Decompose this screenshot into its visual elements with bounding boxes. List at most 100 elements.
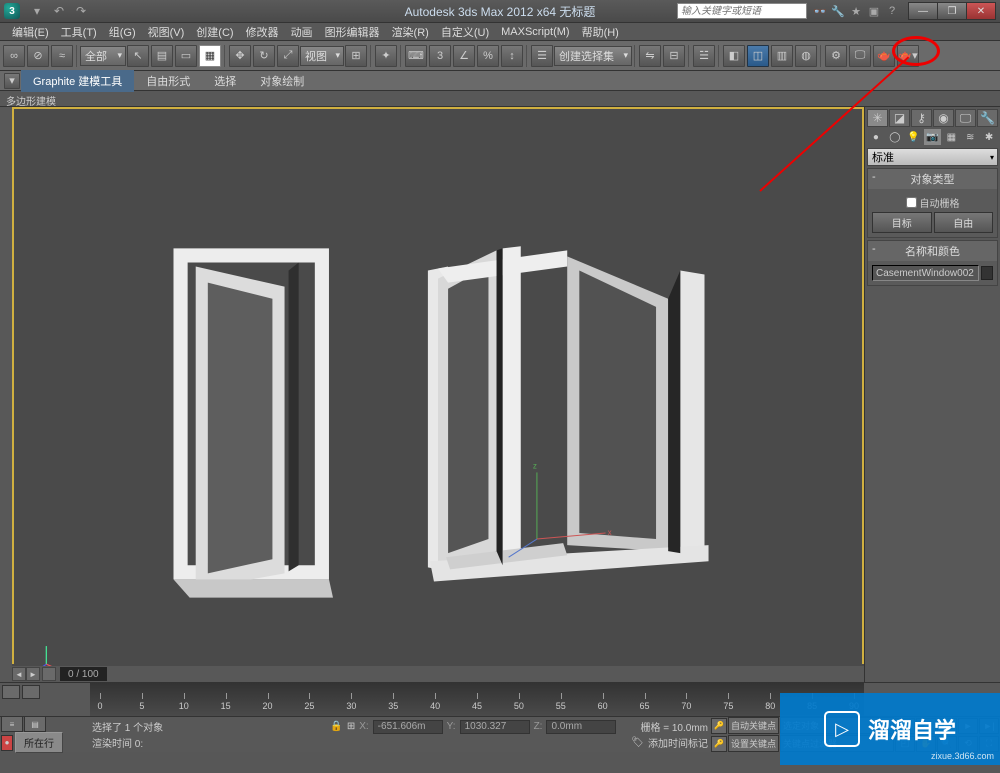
curve-editor-icon[interactable]: ◫ [747, 45, 769, 67]
ribbon-sub[interactable]: 多边形建模 [0, 91, 1000, 107]
create-tab-icon[interactable]: ✳ [867, 109, 888, 127]
tool-icon[interactable]: 🔧 [831, 4, 845, 18]
ribbon-toggle-icon[interactable]: ◧ [723, 45, 745, 67]
geometry-icon[interactable]: ● [867, 129, 885, 145]
open-icon[interactable]: ▾ [28, 3, 46, 19]
bind-icon[interactable]: ≈ [51, 45, 73, 67]
ribbon-min-icon[interactable]: ▾ [4, 73, 20, 89]
hierarchy-tab-icon[interactable]: ⚷ [911, 109, 932, 127]
scroll-left-icon[interactable]: ◄ [12, 667, 26, 681]
cube-icon[interactable]: ▣ [867, 4, 881, 18]
ribbon-tab-graphite[interactable]: Graphite 建模工具 [21, 70, 134, 92]
close-button[interactable]: ✕ [966, 2, 996, 20]
edit-named-sel-icon[interactable]: ☰ [531, 45, 553, 67]
motion-tab-icon[interactable]: ◉ [933, 109, 954, 127]
timeline-ruler[interactable]: 051015202530354045505560657075808590 [90, 683, 864, 716]
menu-render[interactable]: 渲染(R) [386, 22, 435, 42]
autogrid-checkbox[interactable] [906, 197, 917, 208]
menu-create[interactable]: 创建(C) [190, 22, 239, 42]
menu-grapheditors[interactable]: 图形编辑器 [319, 22, 386, 42]
z-coord-field[interactable]: 0.0mm [546, 720, 616, 734]
key-lock-icon[interactable]: 🔑 [711, 718, 727, 734]
angle-snap-icon[interactable]: ∠ [453, 45, 475, 67]
move-icon[interactable]: ✥ [229, 45, 251, 67]
menu-help[interactable]: 帮助(H) [576, 22, 625, 42]
rollout-head-object-type[interactable]: -对象类型 [868, 169, 997, 189]
undo-icon[interactable]: ↶ [50, 3, 68, 19]
spinner-snap-icon[interactable]: ↕ [501, 45, 523, 67]
object-name-input[interactable] [872, 265, 979, 281]
ribbon-tab-paint[interactable]: 对象绘制 [248, 70, 316, 92]
select-region-icon[interactable]: ▭ [175, 45, 197, 67]
render-iterative-icon[interactable]: 🫖▾ [897, 45, 919, 67]
lights-icon[interactable]: 💡 [905, 129, 923, 145]
align-icon[interactable]: ⊟ [663, 45, 685, 67]
time-tag-icon[interactable]: 🏷 [631, 737, 644, 748]
ribbon-tab-selection[interactable]: 选择 [202, 70, 248, 92]
menu-group[interactable]: 组(G) [103, 22, 142, 42]
target-camera-button[interactable]: 目标 [872, 212, 932, 233]
lock-selection-icon[interactable]: 🔒 [330, 721, 342, 732]
cameras-icon[interactable]: 📷 [924, 129, 942, 145]
category-dropdown[interactable]: 标准 [867, 148, 998, 166]
set-key-icon[interactable] [2, 685, 20, 699]
scale-icon[interactable]: ⤢ [277, 45, 299, 67]
help-icon[interactable]: ? [885, 4, 899, 18]
menu-view[interactable]: 视图(V) [142, 22, 191, 42]
material-editor-icon[interactable]: ◍ [795, 45, 817, 67]
mirror-icon[interactable]: ⇋ [639, 45, 661, 67]
menu-tools[interactable]: 工具(T) [55, 22, 103, 42]
select-name-icon[interactable]: ▤ [151, 45, 173, 67]
menu-maxscript[interactable]: MAXScript(M) [495, 24, 575, 40]
script-listener-icon[interactable]: ≡ [1, 716, 23, 732]
horizontal-scroll[interactable]: ◄ ► 0 / 100 [12, 666, 864, 682]
viewport[interactable]: [ + ] Camera001 [] 真实 ] [12, 107, 864, 664]
y-coord-field[interactable]: 1030.327 [460, 720, 530, 734]
rotate-icon[interactable]: ↻ [253, 45, 275, 67]
systems-icon[interactable]: ✱ [980, 129, 998, 145]
select-manipulate-icon[interactable]: ✦ [375, 45, 397, 67]
utilities-tab-icon[interactable]: 🔧 [977, 109, 998, 127]
menu-customize[interactable]: 自定义(U) [435, 22, 495, 42]
setkey-button[interactable]: 设置关键点 [728, 735, 779, 752]
shapes-icon[interactable]: ◯ [886, 129, 904, 145]
x-coord-field[interactable]: -651.606m [373, 720, 443, 734]
schematic-view-icon[interactable]: ▥ [771, 45, 793, 67]
selection-filter-dropdown[interactable]: 全部 [80, 46, 126, 66]
binoculars-icon[interactable]: 👓 [813, 4, 827, 18]
redo-icon[interactable]: ↷ [72, 3, 90, 19]
window-crossing-icon[interactable]: ▦ [199, 45, 221, 67]
prompt-icon[interactable]: ▤ [24, 716, 46, 732]
transform-type-in-icon[interactable]: ⊞ [347, 721, 355, 732]
named-selection-dropdown[interactable]: 创建选择集 [554, 46, 632, 66]
render-production-icon[interactable]: 🫖 [873, 45, 895, 67]
percent-snap-icon[interactable]: % [477, 45, 499, 67]
menu-edit[interactable]: 编辑(E) [6, 22, 55, 42]
keyboard-shortcut-icon[interactable]: ⌨ [405, 45, 427, 67]
macro-rec-icon[interactable]: ● [1, 735, 13, 751]
app-logo-icon[interactable]: 3 [4, 3, 20, 19]
add-time-tag-label[interactable]: 添加时间标记 [648, 735, 708, 750]
layer-manager-icon[interactable]: ☱ [693, 45, 715, 67]
ribbon-tab-freeform[interactable]: 自由形式 [134, 70, 202, 92]
pivot-center-icon[interactable]: ⊞ [345, 45, 367, 67]
minimize-button[interactable]: — [908, 2, 938, 20]
link-icon[interactable]: ∞ [3, 45, 25, 67]
select-icon[interactable]: ↖ [127, 45, 149, 67]
ref-coord-dropdown[interactable]: 视图 [300, 46, 344, 66]
rendered-frame-icon[interactable]: 🖵 [849, 45, 871, 67]
autokey-button[interactable]: 自动关键点 [728, 717, 779, 734]
time-config-icon[interactable] [42, 667, 56, 681]
free-camera-button[interactable]: 自由 [934, 212, 994, 233]
search-input[interactable] [677, 3, 807, 19]
object-color-swatch[interactable] [981, 266, 993, 280]
restore-button[interactable]: ❐ [937, 2, 967, 20]
rollout-head-name-color[interactable]: -名称和颜色 [868, 241, 997, 261]
setkey-icon[interactable]: 🔑 [711, 736, 727, 752]
scroll-right-icon[interactable]: ► [26, 667, 40, 681]
display-tab-icon[interactable]: 🖵 [955, 109, 976, 127]
star-icon[interactable]: ★ [849, 4, 863, 18]
unlink-icon[interactable]: ⊘ [27, 45, 49, 67]
menu-modifiers[interactable]: 修改器 [240, 22, 285, 42]
spacewarps-icon[interactable]: ≋ [961, 129, 979, 145]
